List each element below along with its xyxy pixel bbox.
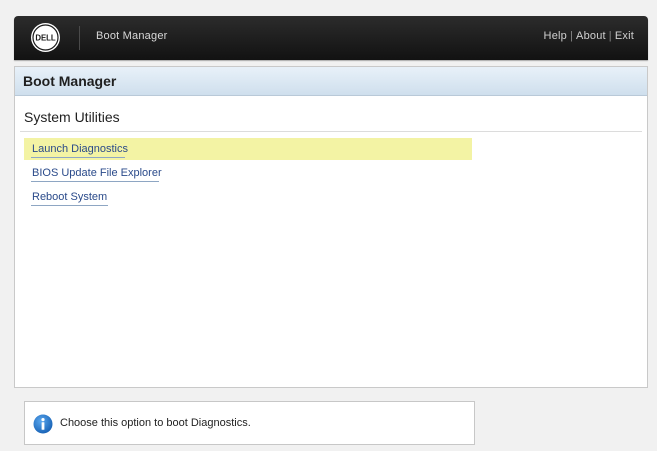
about-link[interactable]: About	[576, 30, 606, 42]
main-panel: Boot Manager System Utilities Launch Dia…	[14, 66, 648, 388]
page-title: Boot Manager	[23, 73, 117, 89]
help-info-box: Choose this option to boot Diagnostics.	[24, 401, 475, 445]
menu-item-underline	[31, 205, 108, 206]
header-title: Boot Manager	[96, 30, 168, 42]
dell-logo-text: DELL	[35, 34, 56, 43]
menu-item-label: Reboot System	[32, 191, 108, 203]
header-divider	[79, 26, 80, 50]
exit-link[interactable]: Exit	[615, 30, 634, 42]
boot-manager-window: DELL Boot Manager Help | About | Exit Boot M…	[0, 0, 657, 451]
help-info-text: Choose this option to boot Diagnostics.	[60, 417, 251, 429]
menu-item-bios-update-file-explorer[interactable]: BIOS Update File Explorer	[24, 162, 472, 184]
menu-item-launch-diagnostics[interactable]: Launch Diagnostics	[24, 138, 472, 160]
section-title: System Utilities	[24, 109, 120, 125]
info-icon	[33, 414, 53, 434]
menu-item-reboot-system[interactable]: Reboot System	[24, 186, 472, 208]
section-divider	[20, 131, 642, 132]
help-link[interactable]: Help	[544, 30, 567, 42]
panel-header: Boot Manager	[15, 67, 647, 96]
link-separator: |	[608, 30, 612, 42]
menu-item-label: BIOS Update File Explorer	[32, 167, 162, 179]
header-links: Help | About | Exit	[544, 30, 634, 42]
menu-item-label: Launch Diagnostics	[32, 143, 129, 155]
menu-item-underline	[31, 157, 125, 158]
top-header-bar: DELL Boot Manager Help | About | Exit	[14, 16, 648, 60]
link-separator: |	[569, 30, 574, 42]
dell-logo: DELL	[31, 23, 60, 52]
menu-item-underline	[31, 181, 159, 182]
